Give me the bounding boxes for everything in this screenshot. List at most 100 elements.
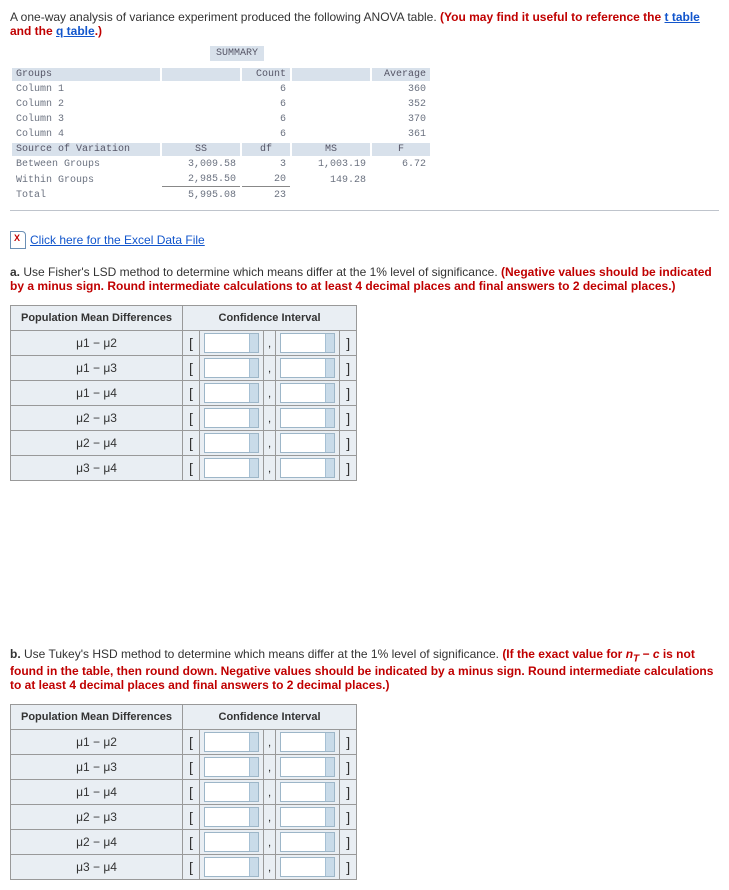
drag-handle-icon[interactable] [325,783,334,801]
diff-label: μ1 − μ3 [11,356,183,381]
lower-cell [199,780,263,805]
ci-upper-input[interactable] [281,734,325,750]
drag-handle-icon[interactable] [249,384,258,402]
summary-heading: SUMMARY [210,46,264,61]
close-bracket: ] [340,331,357,356]
ci-upper-input[interactable] [281,834,325,850]
upper-cell [276,730,340,755]
drag-handle-icon[interactable] [325,459,334,477]
ci-upper-input[interactable] [281,809,325,825]
ci-upper-input[interactable] [281,460,325,476]
drag-handle-icon[interactable] [325,434,334,452]
anova-summary-block: SUMMARY Groups Count Average Column 1636… [10,46,719,211]
drag-handle-icon[interactable] [325,758,334,776]
open-bracket: [ [182,755,199,780]
ci-upper-input[interactable] [281,385,325,401]
lower-cell [199,381,263,406]
ci-lower-input[interactable] [205,859,249,875]
drag-handle-icon[interactable] [249,359,258,377]
ci-upper-input[interactable] [281,410,325,426]
drag-handle-icon[interactable] [249,758,258,776]
q-table-link[interactable]: q table [56,24,95,38]
ci-lower-input[interactable] [205,759,249,775]
t-table-link[interactable]: t table [665,10,700,24]
drag-handle-icon[interactable] [249,808,258,826]
diff-row: μ3 − μ4[,] [11,456,357,481]
ci-upper-input[interactable] [281,859,325,875]
ci-lower-input[interactable] [205,834,249,850]
close-bracket: ] [340,830,357,855]
ci-lower-input[interactable] [205,335,249,351]
open-bracket: [ [182,406,199,431]
comma: , [263,755,275,780]
upper-cell [276,356,340,381]
ci-lower-input[interactable] [205,734,249,750]
open-bracket: [ [182,730,199,755]
drag-handle-icon[interactable] [325,833,334,851]
diff-label: μ2 − μ3 [11,406,183,431]
ci-lower-input[interactable] [205,360,249,376]
drag-handle-icon[interactable] [249,434,258,452]
lower-cell [199,755,263,780]
drag-handle-icon[interactable] [249,783,258,801]
diff-row: μ2 − μ4[,] [11,830,357,855]
drag-handle-icon[interactable] [249,334,258,352]
close-bracket: ] [340,431,357,456]
drag-handle-icon[interactable] [249,459,258,477]
ci-upper-input[interactable] [281,360,325,376]
drag-handle-icon[interactable] [325,858,334,876]
diff-label: μ1 − μ4 [11,381,183,406]
diff-label: μ1 − μ4 [11,780,183,805]
lower-cell [199,855,263,880]
ci-upper-input[interactable] [281,335,325,351]
open-bracket: [ [182,855,199,880]
drag-handle-icon[interactable] [325,334,334,352]
header-pmd: Population Mean Differences [11,705,183,730]
ci-upper-input[interactable] [281,759,325,775]
part-b-text: Use Tukey's HSD method to determine whic… [21,647,503,661]
ci-lower-input[interactable] [205,809,249,825]
drag-handle-icon[interactable] [249,409,258,427]
summary-row: Column 36370 [12,113,430,126]
diff-row: μ1 − μ4[,] [11,780,357,805]
close-bracket: ] [340,356,357,381]
ci-lower-input[interactable] [205,385,249,401]
open-bracket: [ [182,356,199,381]
part-a-label: a. [10,265,20,279]
drag-handle-icon[interactable] [325,409,334,427]
diff-label: μ1 − μ2 [11,730,183,755]
diff-label: μ1 − μ2 [11,331,183,356]
diff-label: μ1 − μ3 [11,755,183,780]
drag-handle-icon[interactable] [325,808,334,826]
lower-cell [199,406,263,431]
header-pmd: Population Mean Differences [11,306,183,331]
open-bracket: [ [182,830,199,855]
intro-lead: A one-way analysis of variance experimen… [10,10,437,24]
close-bracket: ] [340,456,357,481]
diff-label: μ2 − μ4 [11,830,183,855]
ci-lower-input[interactable] [205,410,249,426]
ci-upper-input[interactable] [281,435,325,451]
upper-cell [276,855,340,880]
lower-cell [199,456,263,481]
lower-cell [199,431,263,456]
ci-lower-input[interactable] [205,435,249,451]
drag-handle-icon[interactable] [325,733,334,751]
ci-lower-input[interactable] [205,784,249,800]
drag-handle-icon[interactable] [249,833,258,851]
open-bracket: [ [182,431,199,456]
part-b: b. Use Tukey's HSD method to determine w… [10,647,719,692]
diff-row: μ2 − μ4[,] [11,431,357,456]
drag-handle-icon[interactable] [249,733,258,751]
excel-data-link[interactable]: Click here for the Excel Data File [10,231,205,249]
drag-handle-icon[interactable] [325,384,334,402]
anova-within-row: Within Groups 2,985.50 20 149.28 [12,173,430,187]
diff-row: μ1 − μ3[,] [11,356,357,381]
open-bracket: [ [182,780,199,805]
drag-handle-icon[interactable] [325,359,334,377]
drag-handle-icon[interactable] [249,858,258,876]
ci-upper-input[interactable] [281,784,325,800]
diff-row: μ1 − μ2[,] [11,730,357,755]
ci-lower-input[interactable] [205,460,249,476]
upper-cell [276,830,340,855]
